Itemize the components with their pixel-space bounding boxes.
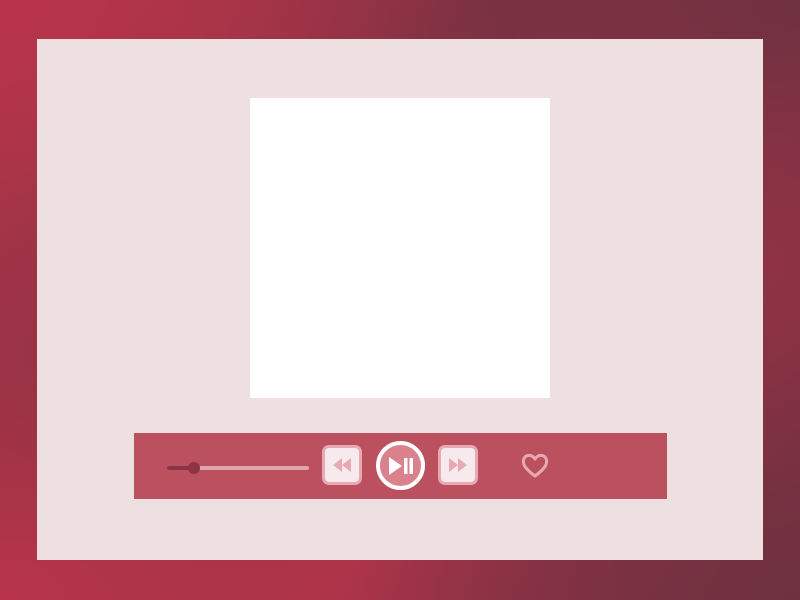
heart-icon (521, 453, 549, 477)
play-pause-icon (388, 456, 413, 475)
fast-forward-button[interactable] (438, 445, 478, 485)
seek-handle[interactable] (188, 462, 200, 474)
album-artwork (250, 98, 550, 398)
rewind-icon (333, 458, 351, 472)
seek-slider[interactable] (167, 462, 309, 474)
fast-forward-icon (449, 458, 467, 472)
play-pause-button[interactable] (376, 441, 425, 490)
rewind-button[interactable] (322, 445, 362, 485)
favorite-button[interactable] (519, 450, 551, 480)
